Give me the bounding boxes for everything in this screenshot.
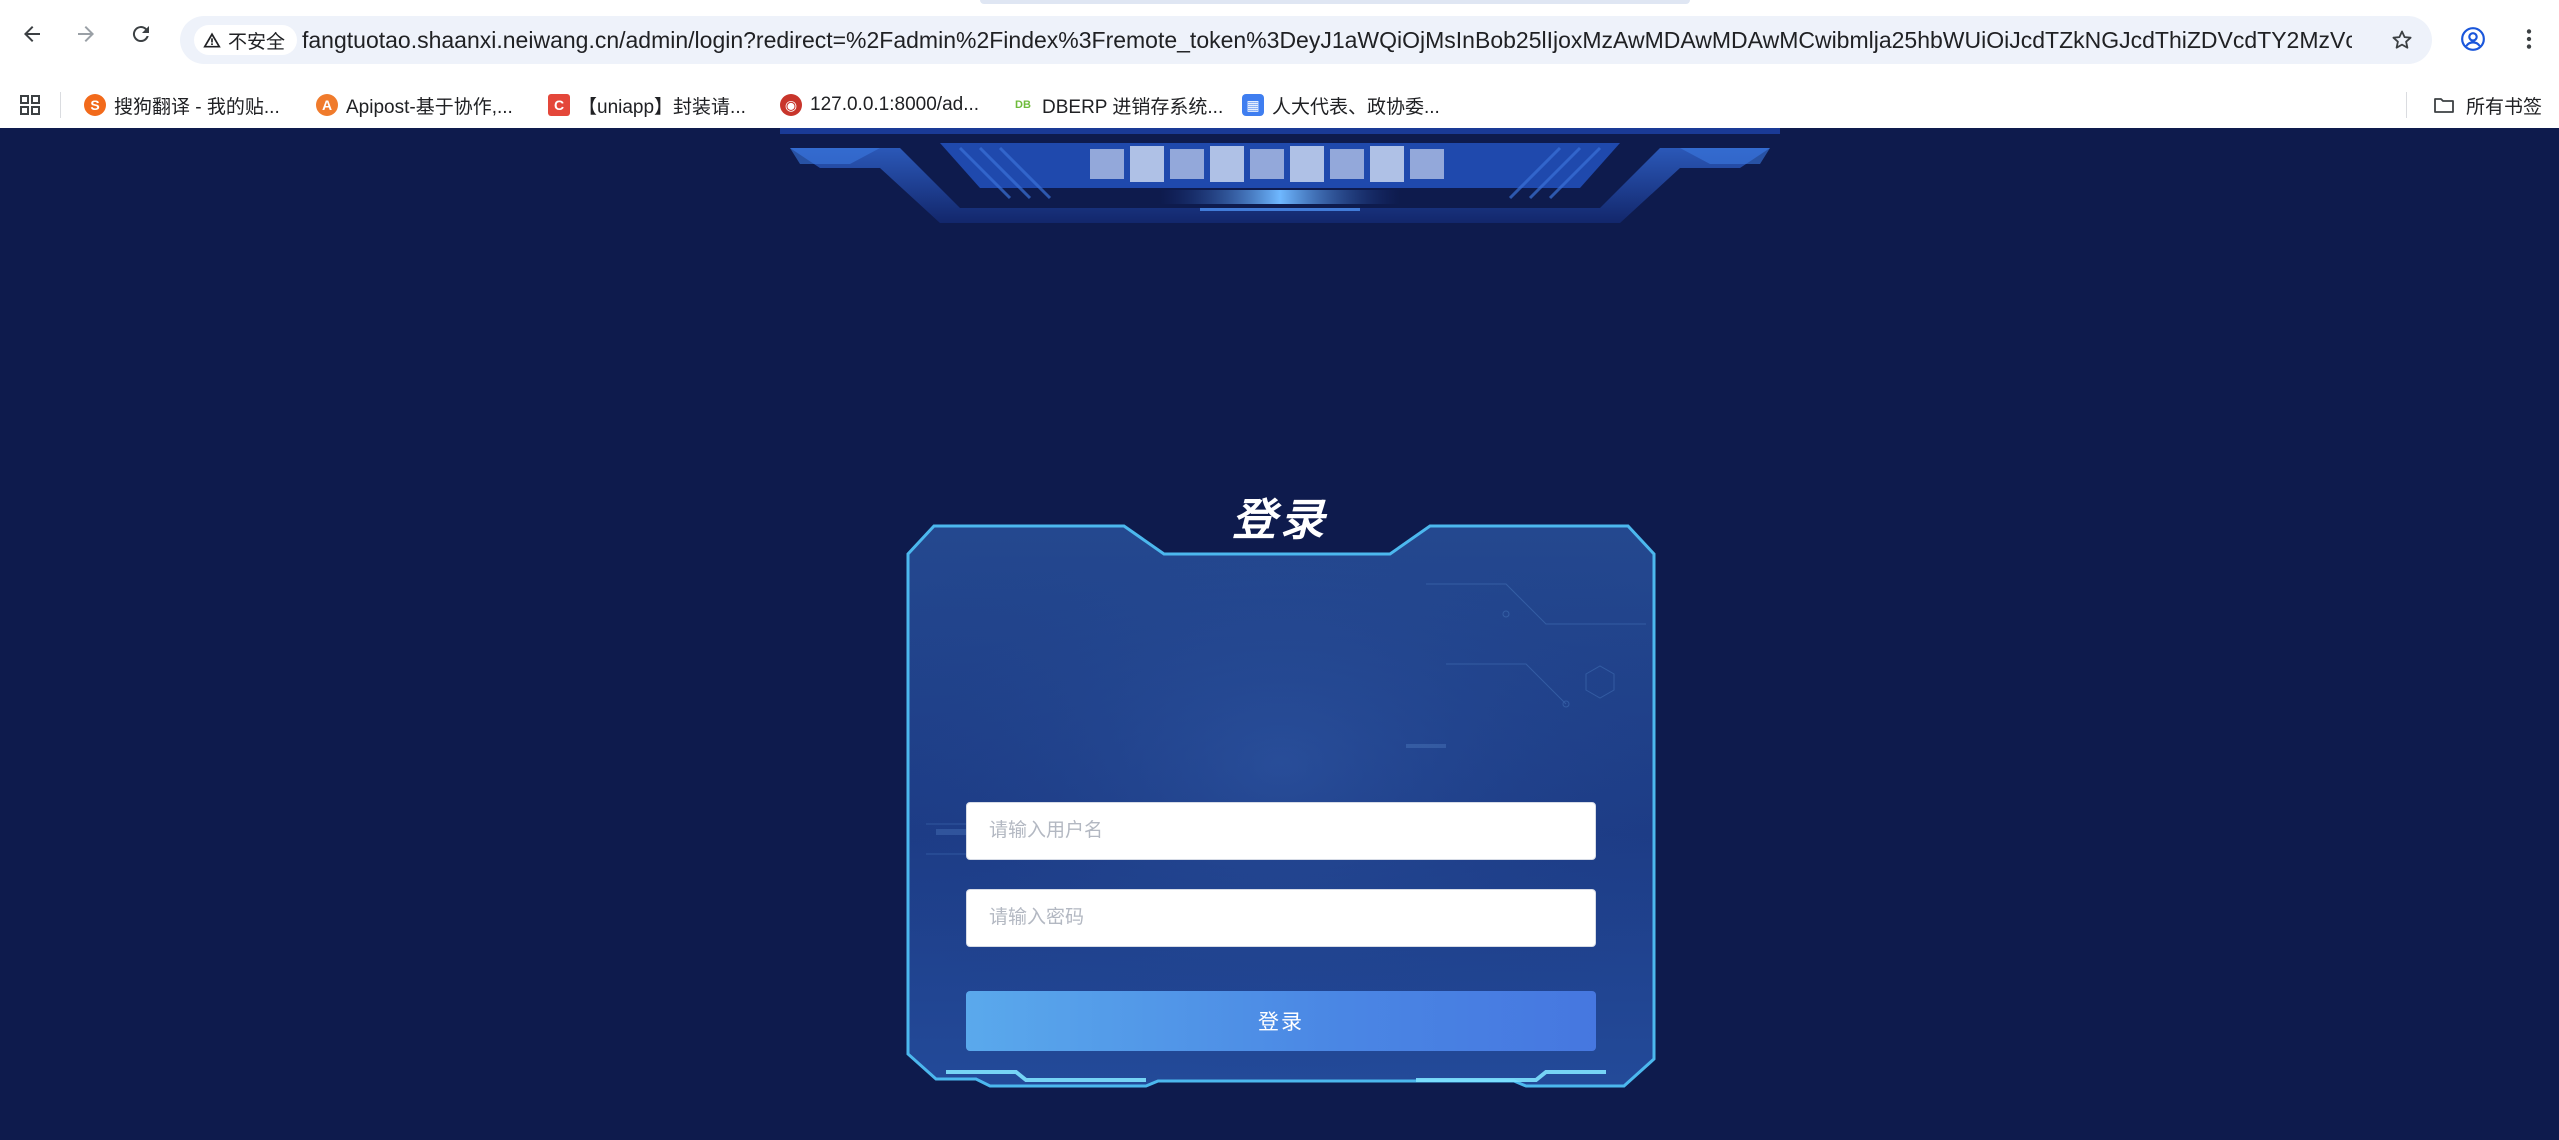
- bookmark-label: 人大代表、政协委...: [1272, 96, 1440, 118]
- bookmark-label: 搜狗翻译 - 我的贴...: [114, 96, 280, 118]
- bookmark-item[interactable]: ▦ 人大代表、政协委...: [1242, 82, 1440, 128]
- bookmarks-bar: S 搜狗翻译 - 我的贴... A Apipost-基于协作,... C 【un…: [0, 82, 2559, 129]
- forward-arrow-icon: [78, 26, 94, 42]
- kebab-menu-icon[interactable]: [2516, 26, 2542, 52]
- back-button[interactable]: [18, 20, 46, 48]
- profile-icon[interactable]: [2460, 26, 2486, 52]
- login-button[interactable]: 登录: [966, 991, 1596, 1051]
- username-input[interactable]: [966, 802, 1596, 860]
- bookmark-item[interactable]: S 搜狗翻译 - 我的贴...: [84, 82, 280, 128]
- bookmark-label: Apipost-基于协作,...: [346, 96, 513, 118]
- bookmarks-divider: [2406, 92, 2407, 118]
- doc-icon: ▦: [1242, 94, 1264, 116]
- reload-icon: [132, 26, 149, 43]
- security-label: 不安全: [228, 31, 286, 53]
- url-text[interactable]: fangtuotao.shaanxi.neiwang.cn/admin/logi…: [302, 16, 2352, 64]
- dberp-icon: DB: [1015, 99, 1031, 111]
- browser-toolbar: 不安全 fangtuotao.shaanxi.neiwang.cn/admin/…: [0, 0, 2559, 82]
- emblem-icon: ◉: [780, 94, 802, 116]
- bookmark-item[interactable]: DB DBERP 进销存系统...: [1012, 82, 1223, 128]
- bookmark-label: DBERP 进销存系统...: [1042, 96, 1224, 118]
- bookmark-item[interactable]: A Apipost-基于协作,...: [316, 82, 513, 128]
- apps-grid-icon[interactable]: [18, 93, 42, 117]
- all-bookmarks-button[interactable]: 所有书签: [2432, 82, 2542, 128]
- address-bar[interactable]: 不安全 fangtuotao.shaanxi.neiwang.cn/admin/…: [180, 16, 2432, 64]
- folder-icon: [2434, 98, 2454, 113]
- back-arrow-icon: [24, 26, 40, 42]
- security-chip[interactable]: 不安全: [194, 25, 298, 55]
- bookmark-item[interactable]: ◉ 127.0.0.1:8000/ad...: [780, 82, 979, 128]
- bookmark-item[interactable]: C 【uniapp】封装请...: [548, 82, 746, 128]
- login-page: 登录 登录: [0, 128, 2559, 1140]
- active-tab-indicator: [980, 0, 1690, 4]
- apipost-icon: A: [316, 94, 338, 116]
- password-input[interactable]: [966, 889, 1596, 947]
- warning-icon: [203, 32, 221, 48]
- csdn-icon: C: [548, 94, 570, 116]
- all-bookmarks-label: 所有书签: [2466, 96, 2543, 118]
- blurred-site-title: [1090, 144, 1470, 184]
- bookmark-label: 127.0.0.1:8000/ad...: [810, 94, 980, 115]
- reload-button[interactable]: [127, 20, 155, 48]
- forward-button[interactable]: [72, 20, 100, 48]
- sogou-icon: S: [84, 94, 106, 116]
- bookmark-label: 【uniapp】封装请...: [578, 96, 746, 118]
- star-icon[interactable]: [2390, 28, 2414, 52]
- bookmarks-divider: [60, 92, 61, 118]
